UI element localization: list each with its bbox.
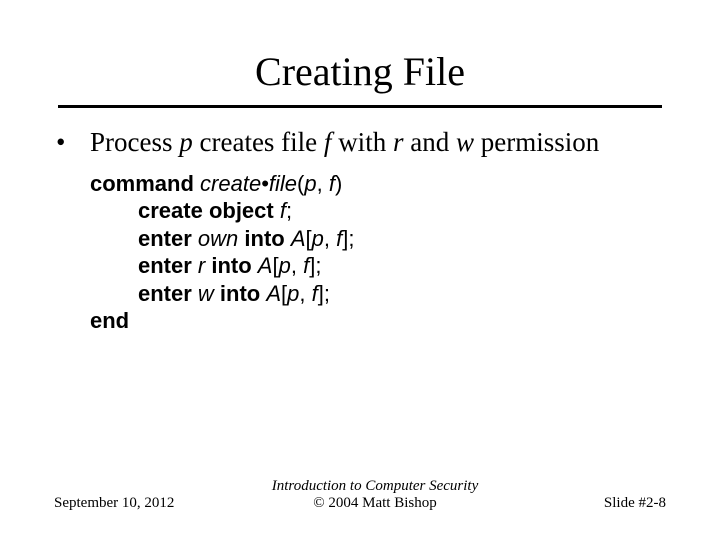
- kw-end: end: [90, 308, 129, 333]
- code-line-6: end: [90, 307, 666, 335]
- code-line-3: enter own into A[p, f];: [90, 225, 666, 253]
- kw-enter: enter: [138, 281, 198, 306]
- kw-enter: enter: [138, 253, 198, 278]
- paren: ): [335, 171, 342, 196]
- semi: ;: [286, 198, 292, 223]
- comma: ,: [324, 226, 336, 251]
- footer-copyright: © 2004 Matt Bishop: [204, 495, 546, 512]
- kw-into: into: [205, 253, 258, 278]
- var-p: p: [279, 253, 291, 278]
- bullet-frag: with: [331, 127, 393, 157]
- comma: ,: [291, 253, 303, 278]
- comma: ,: [299, 281, 311, 306]
- code-line-5: enter w into A[p, f];: [90, 280, 666, 308]
- bracket-semi: ];: [318, 281, 330, 306]
- matrix-a: A: [258, 253, 273, 278]
- kw-enter: enter: [138, 226, 198, 251]
- kw-command: command: [90, 171, 194, 196]
- kw-into: into: [238, 226, 291, 251]
- bullet-item: • Process p creates file f with r and w …: [54, 126, 666, 160]
- var-p: p: [312, 226, 324, 251]
- footer: September 10, 2012 Introduction to Compu…: [0, 478, 720, 512]
- bracket-semi: ];: [309, 253, 321, 278]
- slide: Creating File • Process p creates file f…: [0, 0, 720, 540]
- slide-title: Creating File: [0, 0, 720, 101]
- slide-body: • Process p creates file f with r and w …: [0, 126, 720, 335]
- code-block: command create•file(p, f) create object …: [54, 170, 666, 335]
- bullet-text: Process p creates file f with r and w pe…: [90, 126, 666, 160]
- bullet-frag: and: [403, 127, 455, 157]
- title-rule: [58, 105, 662, 108]
- var-p: p: [179, 127, 193, 157]
- var-p: p: [287, 281, 299, 306]
- bullet-frag: creates file: [193, 127, 324, 157]
- comma: ,: [317, 171, 329, 196]
- bullet-frag: permission: [474, 127, 599, 157]
- matrix-a: A: [266, 281, 281, 306]
- code-line-2: create object f;: [90, 197, 666, 225]
- footer-book: Introduction to Computer Security: [204, 478, 546, 495]
- bullet-dot: •: [54, 126, 90, 160]
- footer-slide-number: Slide #2-8: [546, 495, 666, 512]
- footer-center: Introduction to Computer Security © 2004…: [204, 478, 546, 512]
- var-p: p: [304, 171, 316, 196]
- var-r: r: [393, 127, 404, 157]
- code-line-4: enter r into A[p, f];: [90, 252, 666, 280]
- right-w: w: [198, 281, 214, 306]
- kw-into: into: [214, 281, 267, 306]
- bracket-semi: ];: [342, 226, 354, 251]
- code-line-1: command create•file(p, f): [90, 170, 666, 198]
- matrix-a: A: [291, 226, 306, 251]
- fn-name: create•file: [194, 171, 297, 196]
- var-w: w: [456, 127, 474, 157]
- right-own: own: [198, 226, 238, 251]
- footer-date: September 10, 2012: [54, 495, 204, 512]
- bullet-frag: Process: [90, 127, 179, 157]
- kw-create-object: create object: [138, 198, 280, 223]
